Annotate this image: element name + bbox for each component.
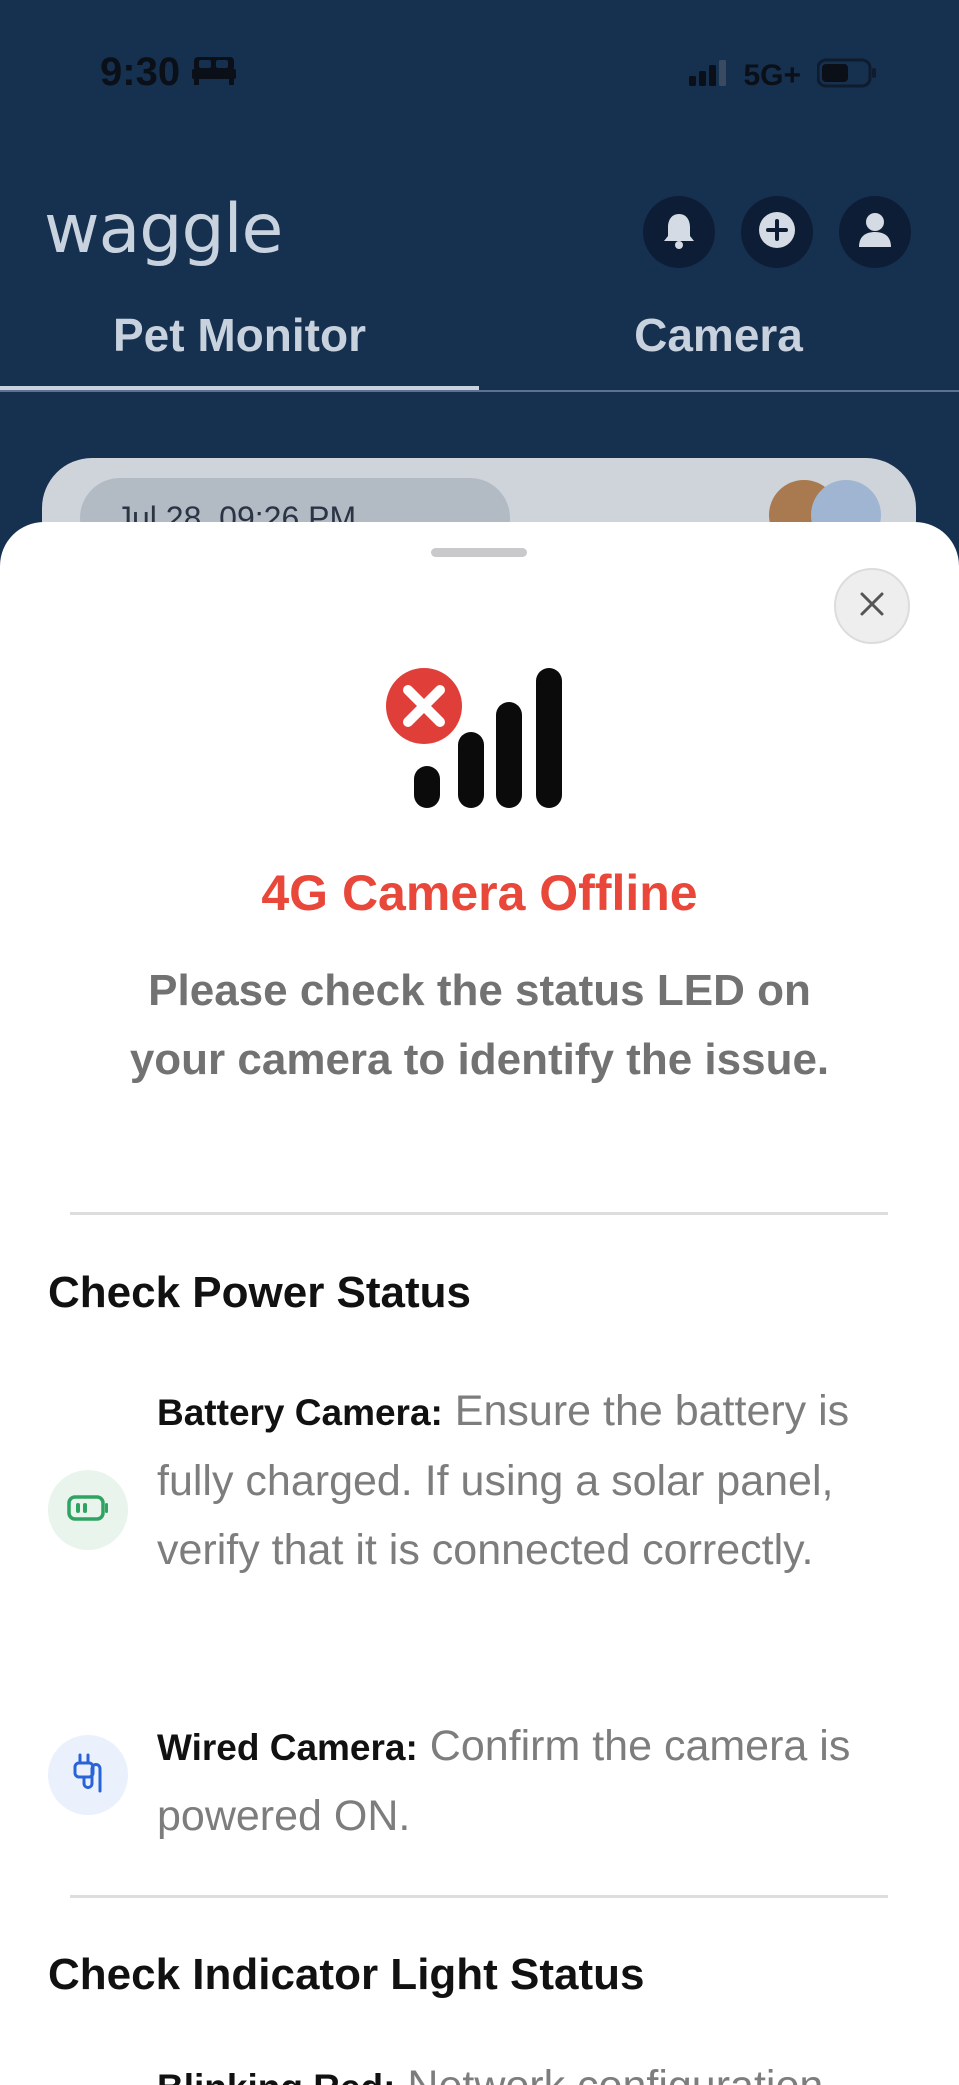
network-type: 5G+ (743, 58, 801, 92)
battery-status-icon (816, 58, 877, 93)
notifications-button[interactable] (643, 196, 715, 268)
app-screen: 9:30 5G+ waggle Pet Monitor Camera Jul 2… (0, 0, 959, 2085)
section-divider (70, 1212, 888, 1215)
section-heading-power: Check Power Status (48, 1268, 472, 1317)
plug-icon (68, 1751, 108, 1800)
battery-camera-label: Battery Camera: (157, 1392, 443, 1433)
cellular-signal-icon (689, 60, 727, 91)
close-icon (858, 590, 886, 623)
blinking-red-item: Blinking Red: Network configuration (157, 2052, 917, 2085)
section-heading-indicator: Check Indicator Light Status (48, 1950, 645, 1999)
tab-pet-monitor[interactable]: Pet Monitor (0, 290, 479, 390)
wired-item-icon-bg (48, 1735, 128, 1815)
battery-icon (67, 1494, 109, 1526)
wired-camera-label: Wired Camera: (157, 1727, 418, 1768)
tab-camera[interactable]: Camera (479, 290, 958, 390)
wired-camera-item: Wired Camera: Confirm the camera is powe… (157, 1712, 917, 1851)
section-divider (70, 1895, 888, 1898)
blinking-red-label: Blinking Red: (157, 2067, 395, 2085)
status-indicators: 5G+ (689, 58, 877, 93)
battery-camera-item: Battery Camera: Ensure the battery is fu… (157, 1377, 917, 1585)
sheet-subtitle: Please check the status LED on your came… (129, 966, 830, 1084)
profile-button[interactable] (839, 196, 911, 268)
status-time-group: 9:30 (100, 50, 237, 95)
tabs-divider (0, 390, 959, 392)
close-button[interactable] (834, 568, 910, 644)
sheet-title: 4G Camera Offline (261, 865, 698, 921)
sleep-bed-icon (192, 50, 237, 95)
add-button[interactable] (741, 196, 813, 268)
bell-icon (661, 211, 697, 254)
status-time: 9:30 (100, 50, 181, 94)
blinking-red-text: Network configuration (395, 2062, 823, 2085)
top-tabs: Pet Monitor Camera (0, 290, 959, 390)
status-bar: 9:30 5G+ (0, 0, 959, 150)
header-actions (643, 196, 911, 268)
battery-item-icon-bg (48, 1470, 128, 1550)
sheet-grabber[interactable] (431, 548, 527, 557)
signal-offline-icon (384, 666, 580, 821)
offline-help-sheet: 4G Camera Offline Please check the statu… (0, 522, 959, 2085)
plus-circle-icon (757, 210, 797, 255)
user-icon (858, 212, 892, 253)
app-logo: waggle (44, 190, 283, 269)
